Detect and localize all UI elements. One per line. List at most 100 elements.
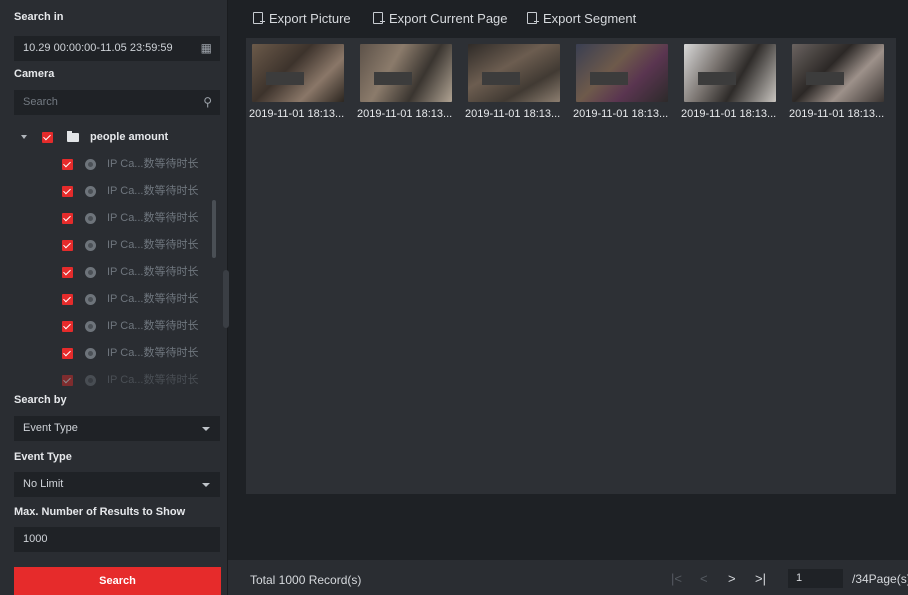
event-type-label: Event Type <box>14 451 72 463</box>
thumbnail-image <box>252 44 344 102</box>
thumbnail-image <box>792 44 884 102</box>
camera-checkbox[interactable] <box>62 294 73 305</box>
export-picture-button[interactable]: Export Picture <box>253 11 351 26</box>
search-button[interactable]: Search <box>14 567 221 595</box>
camera-checkbox[interactable] <box>62 375 73 386</box>
thumbnail-image <box>360 44 452 102</box>
camera-checkbox[interactable] <box>62 348 73 359</box>
export-segment-label: Export Segment <box>543 11 637 26</box>
time-range-value: 10.29 00:00:00-11.05 23:59:59 <box>23 42 173 54</box>
face-mask <box>482 72 520 85</box>
event-type-select[interactable]: No Limit <box>14 472 220 497</box>
camera-checkbox[interactable] <box>62 321 73 332</box>
export-picture-label: Export Picture <box>269 11 351 26</box>
camera-item-label: IP Ca...数等待时长 <box>107 347 199 359</box>
thumbnail-image <box>468 44 560 102</box>
search-by-select[interactable]: Event Type <box>14 416 220 441</box>
face-mask <box>374 72 412 85</box>
face-mask <box>266 72 304 85</box>
camera-item-label: IP Ca...数等待时长 <box>107 293 199 305</box>
camera-icon <box>85 213 96 224</box>
tree-group-people-amount[interactable]: people amount <box>14 124 220 151</box>
export-current-page-label: Export Current Page <box>389 11 508 26</box>
event-type-value: No Limit <box>23 478 64 490</box>
group-checkbox[interactable] <box>42 132 53 143</box>
thumbnail-time: 2019-11-01 18:13... <box>249 108 345 120</box>
camera-item[interactable]: IP Ca...数等待时长 <box>14 286 220 313</box>
camera-checkbox[interactable] <box>62 186 73 197</box>
tree-scrollbar[interactable] <box>212 200 216 258</box>
results-area: 2019-11-01 18:13... 2019-11-01 18:13... … <box>246 38 896 494</box>
result-thumbnail[interactable]: 2019-11-01 18:13... <box>462 44 566 124</box>
camera-item-label: IP Ca...数等待时长 <box>107 239 199 251</box>
face-mask <box>590 72 628 85</box>
camera-icon <box>85 294 96 305</box>
camera-icon <box>85 240 96 251</box>
camera-item[interactable]: IP Ca...数等待时长 <box>14 151 220 178</box>
camera-item[interactable]: IP Ca...数等待时长 <box>14 259 220 286</box>
face-mask <box>698 72 736 85</box>
export-icon <box>373 12 385 24</box>
camera-item-label: IP Ca...数等待时长 <box>107 374 199 386</box>
face-mask <box>806 72 844 85</box>
camera-item-label: IP Ca...数等待时长 <box>107 266 199 278</box>
panel-collapse-handle[interactable] <box>223 270 229 328</box>
result-thumbnail[interactable]: 2019-11-01 18:13... <box>570 44 674 124</box>
page-total: /34Page(s) <box>852 572 908 586</box>
export-icon <box>527 12 539 24</box>
thumbnail-time: 2019-11-01 18:13... <box>573 108 669 120</box>
thumbnail-time: 2019-11-01 18:13... <box>789 108 885 120</box>
camera-checkbox[interactable] <box>62 213 73 224</box>
page-number-input[interactable]: 1 <box>788 569 843 588</box>
camera-checkbox[interactable] <box>62 267 73 278</box>
thumbnail-time: 2019-11-01 18:13... <box>465 108 561 120</box>
result-thumbnail[interactable]: 2019-11-01 18:13... <box>786 44 890 124</box>
thumbnail-time: 2019-11-01 18:13... <box>681 108 777 120</box>
camera-icon <box>85 375 96 386</box>
search-panel: Search in 10.29 00:00:00-11.05 23:59:59 … <box>0 0 228 595</box>
thumbnail-time: 2019-11-01 18:13... <box>357 108 453 120</box>
camera-checkbox[interactable] <box>62 159 73 170</box>
camera-icon <box>85 267 96 278</box>
thumbnail-image <box>576 44 668 102</box>
camera-item[interactable]: IP Ca...数等待时长 <box>14 232 220 259</box>
camera-tree: people amount IP Ca...数等待时长 IP Ca...数等待时… <box>14 124 220 388</box>
max-results-input[interactable]: 1000 <box>14 527 220 552</box>
pagination-bar: Total 1000 Record(s) |< < > >| 1 /34Page… <box>228 560 908 595</box>
camera-icon <box>85 321 96 332</box>
camera-checkbox[interactable] <box>62 240 73 251</box>
result-thumbnail[interactable]: 2019-11-01 18:13... <box>678 44 782 124</box>
expand-arrow-icon[interactable] <box>21 135 27 139</box>
prev-page-button[interactable]: < <box>700 571 708 586</box>
camera-item-label: IP Ca...数等待时长 <box>107 185 199 197</box>
last-page-button[interactable]: >| <box>755 571 766 586</box>
total-records: Total 1000 Record(s) <box>250 573 362 587</box>
camera-item-label: IP Ca...数等待时长 <box>107 212 199 224</box>
search-in-label: Search in <box>14 11 64 23</box>
camera-item-label: IP Ca...数等待时长 <box>107 158 199 170</box>
time-range-field[interactable]: 10.29 00:00:00-11.05 23:59:59 ▦ <box>14 36 220 61</box>
export-icon <box>253 12 265 24</box>
camera-search-input[interactable]: Search ⚲ <box>14 90 220 115</box>
camera-item[interactable]: IP Ca...数等待时长 <box>14 313 220 340</box>
next-page-button[interactable]: > <box>728 571 736 586</box>
result-thumbnail[interactable]: 2019-11-01 18:13... <box>246 44 350 124</box>
camera-icon <box>85 186 96 197</box>
export-toolbar: Export Picture Export Current Page Expor… <box>228 0 908 38</box>
camera-search-placeholder: Search <box>23 96 58 108</box>
calendar-icon[interactable]: ▦ <box>201 36 212 61</box>
first-page-button[interactable]: |< <box>671 571 682 586</box>
group-label: people amount <box>90 131 169 143</box>
export-segment-button[interactable]: Export Segment <box>527 11 636 26</box>
search-icon[interactable]: ⚲ <box>203 90 212 115</box>
export-current-page-button[interactable]: Export Current Page <box>373 11 508 26</box>
search-by-label: Search by <box>14 394 67 406</box>
camera-item[interactable]: IP Ca...数等待时长 <box>14 340 220 367</box>
chevron-down-icon <box>202 483 210 487</box>
folder-icon <box>67 131 79 142</box>
camera-item[interactable]: IP Ca...数等待时长 <box>14 178 220 205</box>
camera-item[interactable]: IP Ca...数等待时长 <box>14 205 220 232</box>
search-by-value: Event Type <box>23 422 78 434</box>
camera-item[interactable]: IP Ca...数等待时长 <box>14 367 220 388</box>
result-thumbnail[interactable]: 2019-11-01 18:13... <box>354 44 458 124</box>
